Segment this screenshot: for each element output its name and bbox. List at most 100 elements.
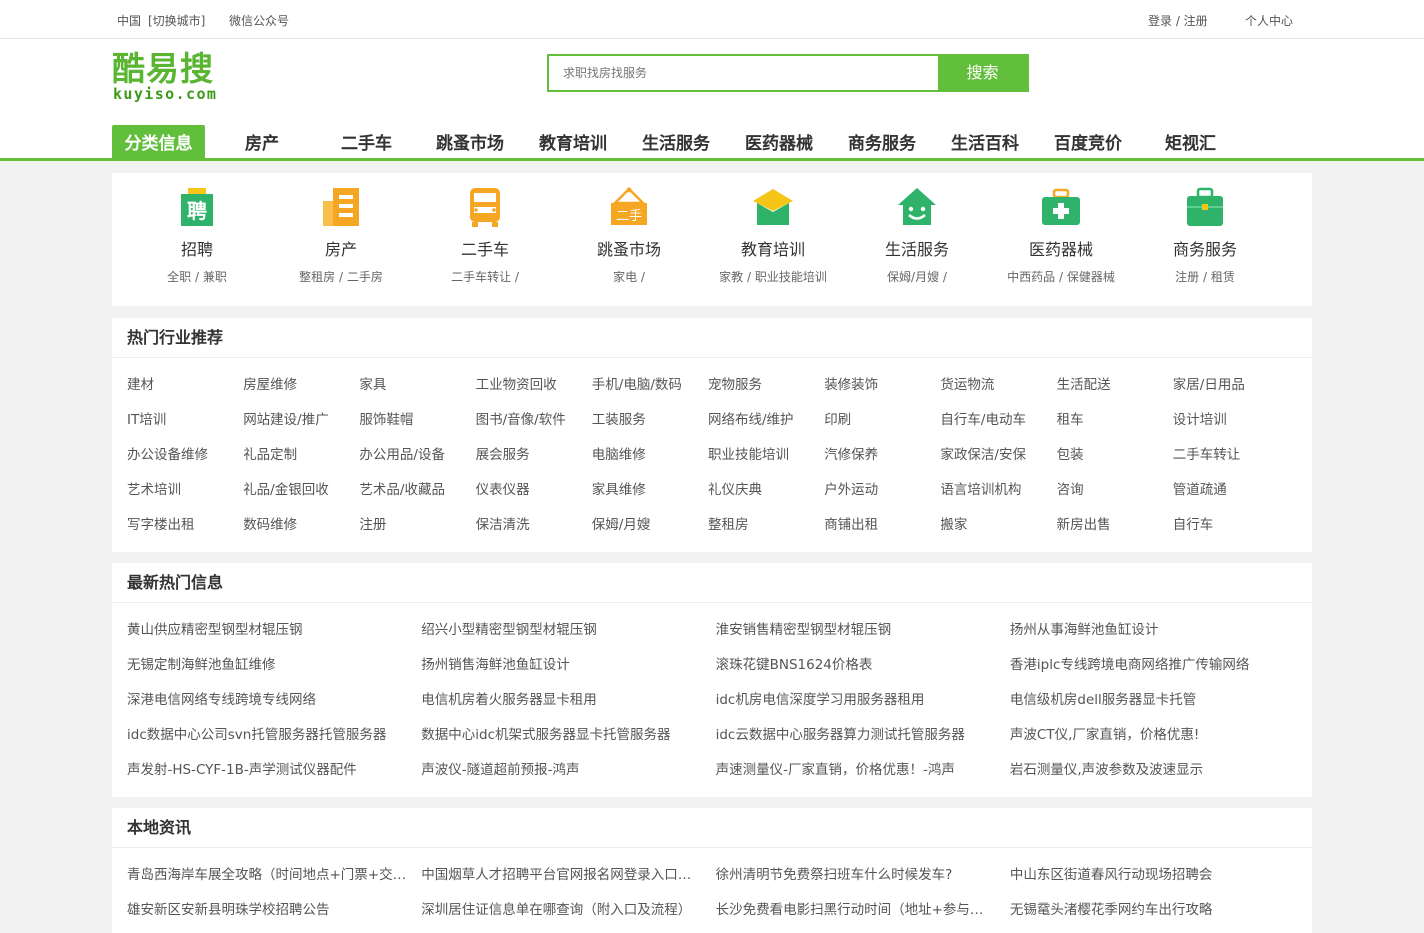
category-subs[interactable]: 二手车转让 / [410, 269, 560, 285]
category-subs[interactable]: 全职 / 兼职 [122, 269, 272, 285]
industry-link[interactable]: 礼品/金银回收 [243, 478, 353, 498]
industry-link[interactable]: 生活配送 [1057, 373, 1167, 393]
category-subs[interactable]: 家教 / 职业技能培训 [698, 269, 848, 285]
category-education[interactable]: 教育培训 家教 / 职业技能培训 [698, 185, 848, 285]
industry-link[interactable]: 手机/电脑/数码 [592, 373, 702, 393]
industry-link[interactable]: 自行车 [1173, 513, 1283, 533]
category-life-service[interactable]: 生活服务 保姆/月嫂 / [842, 185, 992, 285]
news-link[interactable]: 青岛西海岸车展全攻略（时间地点+门票+交通） [127, 863, 407, 883]
category-subs[interactable]: 中西药品 / 保健器械 [986, 269, 1136, 285]
nav-item-flea-market[interactable]: 跳蚤市场 [436, 125, 504, 159]
login-register-link[interactable]: 登录 / 注册 [1148, 12, 1208, 29]
nav-item-medical[interactable]: 医药器械 [745, 125, 813, 159]
industry-link[interactable]: 新房出售 [1057, 513, 1167, 533]
industry-link[interactable]: 数码维修 [243, 513, 353, 533]
info-link[interactable]: idc云数据中心服务器算力测试托管服务器 [716, 723, 996, 743]
category-subs[interactable]: 整租房 / 二手房 [266, 269, 416, 285]
industry-link[interactable]: 职业技能培训 [708, 443, 818, 463]
info-link[interactable]: 声波仪-隧道超前预报-鸿声 [421, 758, 701, 778]
industry-link[interactable]: 包装 [1057, 443, 1167, 463]
category-medical[interactable]: 医药器械 中西药品 / 保健器械 [986, 185, 1136, 285]
nav-item-business[interactable]: 商务服务 [848, 125, 916, 159]
industry-link[interactable]: 网站建设/推广 [243, 408, 353, 428]
search-input[interactable] [549, 56, 940, 90]
category-recruit[interactable]: 聘 招聘 全职 / 兼职 [122, 185, 272, 285]
industry-link[interactable]: IT培训 [127, 408, 237, 428]
logo[interactable]: 酷易搜 kuyiso.com [112, 51, 232, 104]
nav-item-realestate[interactable]: 房产 [245, 125, 279, 159]
industry-link[interactable]: 家居/日用品 [1173, 373, 1283, 393]
info-link[interactable]: 无锡定制海鲜池鱼缸维修 [127, 653, 407, 673]
news-link[interactable]: 雄安新区安新县明珠学校招聘公告 [127, 898, 407, 918]
info-link[interactable]: 深港电信网络专线跨境专线网络 [127, 688, 407, 708]
news-link[interactable]: 徐州清明节免费祭扫班车什么时候发车? [716, 863, 996, 883]
info-link[interactable]: 滚珠花键BNS1624价格表 [716, 653, 996, 673]
industry-link[interactable]: 咨询 [1057, 478, 1167, 498]
category-flea-market[interactable]: 二手 跳蚤市场 家电 / [554, 185, 704, 285]
info-link[interactable]: 电信机房着火服务器显卡租用 [421, 688, 701, 708]
category-subs[interactable]: 注册 / 租赁 [1130, 269, 1280, 285]
industry-link[interactable]: 艺术培训 [127, 478, 237, 498]
industry-link[interactable]: 货运物流 [940, 373, 1050, 393]
nav-item-life-service[interactable]: 生活服务 [642, 125, 710, 159]
news-link[interactable]: 无锡鼋头渚樱花季网约车出行攻略 [1010, 898, 1290, 918]
industry-link[interactable]: 语言培训机构 [940, 478, 1050, 498]
info-link[interactable]: 声速测量仪-厂家直销，价格优惠！-鸿声 [716, 758, 996, 778]
info-link[interactable]: 淮安销售精密型钢型材辊压钢 [716, 618, 996, 638]
industry-link[interactable]: 户外运动 [824, 478, 934, 498]
search-button[interactable]: 搜索 [938, 56, 1027, 90]
info-link[interactable]: 扬州从事海鲜池鱼缸设计 [1010, 618, 1290, 638]
industry-link[interactable]: 二手车转让 [1173, 443, 1283, 463]
news-link[interactable]: 深圳居住证信息单在哪查询（附入口及流程） [421, 898, 701, 918]
industry-link[interactable]: 电脑维修 [592, 443, 702, 463]
industry-link[interactable]: 宠物服务 [708, 373, 818, 393]
info-link[interactable]: idc数据中心公司svn托管服务器托管服务器 [127, 723, 407, 743]
industry-link[interactable]: 家具维修 [592, 478, 702, 498]
category-realestate[interactable]: 房产 整租房 / 二手房 [266, 185, 416, 285]
info-link[interactable]: 电信级机房dell服务器显卡托管 [1010, 688, 1290, 708]
industry-link[interactable]: 商铺出租 [824, 513, 934, 533]
switch-city-link[interactable]: [切换城市] [148, 12, 205, 29]
info-link[interactable]: idc机房电信深度学习用服务器租用 [716, 688, 996, 708]
industry-link[interactable]: 家政保洁/安保 [940, 443, 1050, 463]
info-link[interactable]: 声发射-HS-CYF-1B-声学测试仪器配件 [127, 758, 407, 778]
industry-link[interactable]: 汽修保养 [824, 443, 934, 463]
info-link[interactable]: 香港iplc专线跨境电商网络推广传输网络 [1010, 653, 1290, 673]
industry-link[interactable]: 写字楼出租 [127, 513, 237, 533]
industry-link[interactable]: 办公用品/设备 [359, 443, 469, 463]
industry-link[interactable]: 办公设备维修 [127, 443, 237, 463]
info-link[interactable]: 黄山供应精密型钢型材辊压钢 [127, 618, 407, 638]
industry-link[interactable]: 自行车/电动车 [940, 408, 1050, 428]
info-link[interactable]: 绍兴小型精密型钢型材辊压钢 [421, 618, 701, 638]
industry-link[interactable]: 注册 [359, 513, 469, 533]
industry-link[interactable]: 设计培训 [1173, 408, 1283, 428]
industry-link[interactable]: 整租房 [708, 513, 818, 533]
nav-item-baidu-bidding[interactable]: 百度竞价 [1054, 125, 1122, 159]
industry-link[interactable]: 展会服务 [476, 443, 586, 463]
info-link[interactable]: 扬州销售海鲜池鱼缸设计 [421, 653, 701, 673]
industry-link[interactable]: 建材 [127, 373, 237, 393]
industry-link[interactable]: 租车 [1057, 408, 1167, 428]
category-subs[interactable]: 保姆/月嫂 / [842, 269, 992, 285]
news-link[interactable]: 长沙免费看电影扫黑行动时间（地址+参与方式） [716, 898, 996, 918]
industry-link[interactable]: 网络布线/维护 [708, 408, 818, 428]
nav-item-used-car[interactable]: 二手车 [341, 125, 392, 159]
nav-item-jushihui[interactable]: 矩视汇 [1165, 125, 1216, 159]
nav-item-encyclopedia[interactable]: 生活百科 [951, 125, 1019, 159]
info-link[interactable]: 岩石测量仪,声波参数及波速显示 [1010, 758, 1290, 778]
industry-link[interactable]: 服饰鞋帽 [359, 408, 469, 428]
user-center-link[interactable]: 个人中心 [1245, 12, 1293, 29]
industry-link[interactable]: 礼仪庆典 [708, 478, 818, 498]
nav-item-education[interactable]: 教育培训 [539, 125, 607, 159]
industry-link[interactable]: 艺术品/收藏品 [359, 478, 469, 498]
info-link[interactable]: 数据中心idc机架式服务器显卡托管服务器 [421, 723, 701, 743]
industry-link[interactable]: 图书/音像/软件 [476, 408, 586, 428]
industry-link[interactable]: 搬家 [940, 513, 1050, 533]
industry-link[interactable]: 保洁清洗 [476, 513, 586, 533]
industry-link[interactable]: 装修装饰 [824, 373, 934, 393]
industry-link[interactable]: 家具 [359, 373, 469, 393]
industry-link[interactable]: 房屋维修 [243, 373, 353, 393]
category-used-car[interactable]: 二手车 二手车转让 / [410, 185, 560, 285]
industry-link[interactable]: 管道疏通 [1173, 478, 1283, 498]
category-subs[interactable]: 家电 / [554, 269, 704, 285]
